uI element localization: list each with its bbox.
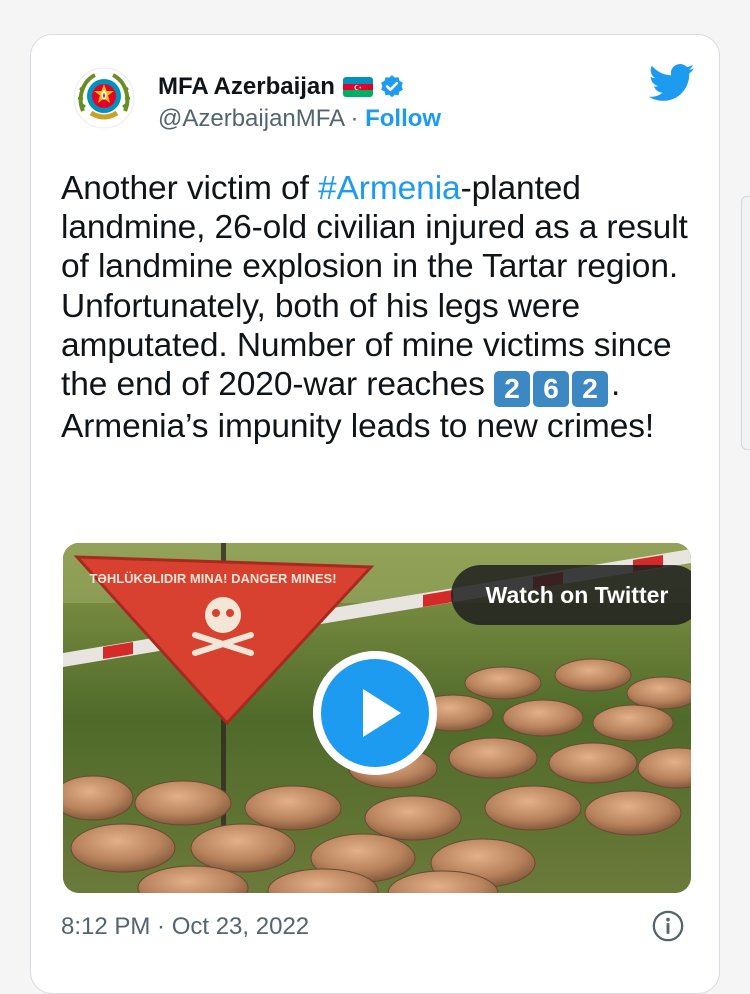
- hashtag-link[interactable]: #Armenia: [318, 170, 461, 207]
- account-handle[interactable]: @AzerbaijanMFA: [158, 105, 344, 132]
- tweet-timestamp[interactable]: 8:12 PM · Oct 23, 2022: [61, 913, 309, 941]
- page-scrollbar[interactable]: [741, 196, 750, 450]
- account-name-row: MFA Azerbaijan: [158, 71, 405, 103]
- keycap-digit: 2: [571, 371, 608, 408]
- keycap-digit: 6: [532, 371, 569, 408]
- watch-on-twitter-button[interactable]: Watch on Twitter: [451, 565, 691, 625]
- separator-dot: ·: [343, 105, 366, 132]
- tweet-text-part: Another victim of: [61, 170, 318, 207]
- sign-text: TƏHLÜKƏLIDIR MINA! DANGER MINES!: [89, 571, 336, 586]
- video-thumbnail[interactable]: TƏHLÜKƏLIDIR MINA! DANGER MINES! Watch o…: [63, 543, 691, 893]
- account-avatar[interactable]: [73, 67, 135, 129]
- azerbaijan-flag-icon: [342, 77, 373, 97]
- account-name[interactable]: MFA Azerbaijan: [158, 73, 335, 101]
- follow-button[interactable]: Follow: [365, 105, 441, 132]
- twitter-bird-icon[interactable]: [649, 63, 695, 103]
- tweet-card: MFA Azerbaijan @AzerbaijanMFA · Follow A…: [30, 34, 720, 994]
- info-icon[interactable]: [651, 909, 685, 943]
- play-icon[interactable]: [313, 651, 437, 775]
- tweet-text: Another victim of #Armenia-planted landm…: [61, 169, 691, 446]
- verified-badge-icon: [381, 75, 403, 98]
- handle-row: @AzerbaijanMFA · Follow: [158, 105, 441, 133]
- keycap-digit: 2: [493, 371, 530, 408]
